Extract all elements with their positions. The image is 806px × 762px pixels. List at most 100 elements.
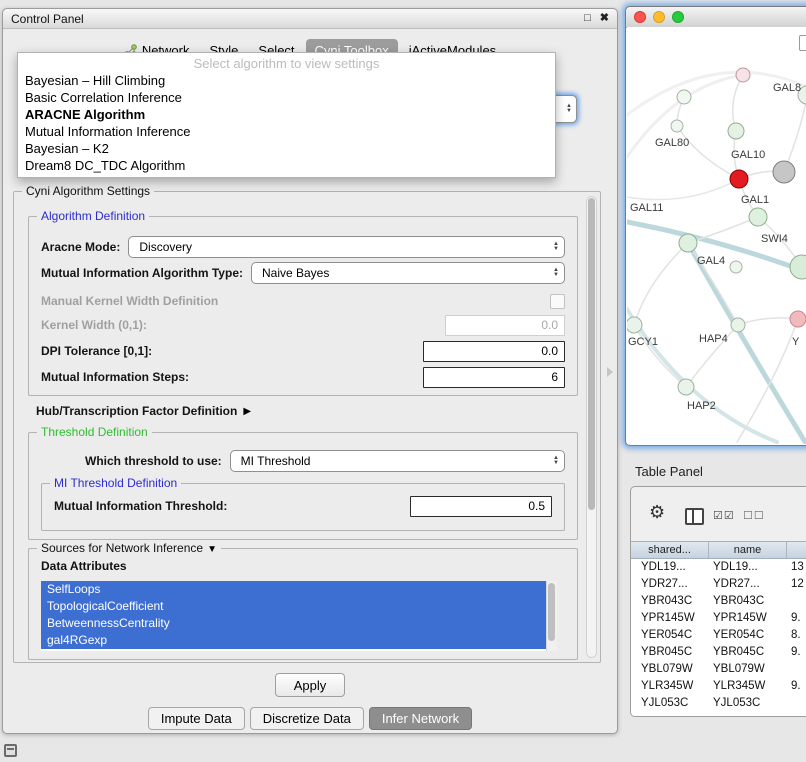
- data-attributes-label: Data Attributes: [41, 559, 127, 573]
- network-node[interactable]: [677, 90, 691, 104]
- table-cell: YER054C: [709, 627, 787, 644]
- algorithm-options-list: Bayesian – Hill ClimbingBasic Correlatio…: [18, 72, 555, 174]
- algorithm-placeholder: Select algorithm to view settings: [18, 55, 555, 72]
- mi-type-select[interactable]: Naive Bayes ▲▼: [251, 262, 565, 284]
- network-node[interactable]: [678, 379, 694, 395]
- table-column-header[interactable]: shared...: [631, 542, 709, 558]
- network-canvas[interactable]: GAL8GAL80GAL10GAL11GAL1SWI4GAL4GCY1HAP4Y…: [627, 27, 806, 444]
- attribute-item-gal4rgexp[interactable]: gal4RGexp: [41, 632, 557, 649]
- apply-button[interactable]: Apply: [275, 673, 345, 697]
- table-row[interactable]: YER054CYER054C8.: [631, 627, 806, 644]
- table-cell: 9.: [787, 644, 806, 661]
- network-node[interactable]: [671, 120, 683, 132]
- network-node[interactable]: [736, 68, 750, 82]
- manual-kernel-checkbox[interactable]: [550, 294, 565, 309]
- algorithm-option-bayesian-hill-climbing[interactable]: Bayesian – Hill Climbing: [18, 72, 555, 89]
- manual-kernel-label: Manual Kernel Width Definition: [41, 294, 218, 308]
- bottom-tab-infer-network[interactable]: Infer Network: [369, 707, 472, 730]
- table-cell: YDL19...: [709, 559, 787, 576]
- table-row[interactable]: YDL19...YDL19...13: [631, 559, 806, 576]
- network-node[interactable]: [749, 208, 767, 226]
- network-node[interactable]: [731, 318, 745, 332]
- table-column-header[interactable]: name: [709, 542, 787, 558]
- table-cell: 13: [787, 559, 806, 576]
- network-node[interactable]: [730, 170, 748, 188]
- attribute-item-selfloops[interactable]: SelfLoops: [41, 581, 557, 598]
- mi-steps-input[interactable]: [423, 367, 565, 388]
- birdseye-toggle[interactable]: [799, 35, 806, 51]
- minimize-traffic-light[interactable]: [653, 11, 665, 23]
- float-window-icon[interactable]: □: [584, 13, 591, 24]
- threshold-definition-title: Threshold Definition: [37, 425, 152, 439]
- table-row[interactable]: YJL053CYJL053C: [631, 695, 806, 712]
- chevron-right-icon: ▶: [243, 406, 251, 417]
- deselect-all-columns-icon[interactable]: ☐☐: [743, 509, 765, 522]
- table-column-header[interactable]: [787, 542, 806, 558]
- table-row[interactable]: YBR045CYBR045C9.: [631, 644, 806, 661]
- sources-title[interactable]: Sources for Network Inference ▼: [37, 541, 221, 555]
- close-traffic-light[interactable]: [634, 11, 646, 23]
- kernel-width-input[interactable]: [445, 315, 565, 336]
- algorithm-option-basic-correlation-inference[interactable]: Basic Correlation Inference: [18, 89, 555, 106]
- node-label-gal4: GAL4: [697, 255, 725, 267]
- table-cell: 9.: [787, 610, 806, 627]
- node-label-gal1: GAL1: [741, 194, 769, 206]
- table-cell: YJL053C: [709, 695, 787, 712]
- algorithm-option-mutual-information-inference[interactable]: Mutual Information Inference: [18, 123, 555, 140]
- attributes-scrollbar-thumb[interactable]: [548, 583, 555, 641]
- algorithm-option-dream8-dc-tdc-algorithm[interactable]: Dream8 DC_TDC Algorithm: [18, 157, 555, 174]
- which-threshold-value: MI Threshold: [241, 454, 553, 468]
- attribute-item-betweennesscentrality[interactable]: BetweennessCentrality: [41, 615, 557, 632]
- table-cell: YDR27...: [709, 576, 787, 593]
- network-node[interactable]: [679, 234, 697, 252]
- table-row[interactable]: YLR345WYLR345W9.: [631, 678, 806, 695]
- mi-threshold-input[interactable]: [410, 496, 552, 517]
- algorithm-option-bayesian-k2[interactable]: Bayesian – K2: [18, 140, 555, 157]
- table-row[interactable]: YBR043CYBR043C: [631, 593, 806, 610]
- attributes-scrollbar[interactable]: [546, 581, 557, 651]
- close-icon[interactable]: ✖: [600, 13, 609, 24]
- network-edge: [627, 179, 739, 200]
- bottom-tab-discretize-data[interactable]: Discretize Data: [250, 707, 364, 730]
- hub-definition-expander[interactable]: Hub/Transcription Factor Definition ▶: [36, 402, 251, 420]
- sources-title-text: Sources for Network Inference: [41, 541, 203, 555]
- network-node[interactable]: [790, 311, 806, 327]
- splitter-collapse-arrow[interactable]: [607, 367, 613, 377]
- network-edge: [784, 95, 806, 172]
- settings-scrollbar[interactable]: [586, 196, 597, 658]
- network-node[interactable]: [790, 255, 806, 279]
- table-cell: YDL19...: [631, 559, 709, 576]
- network-node[interactable]: [773, 161, 795, 183]
- mi-threshold-definition-group: MI Threshold Definition Mutual Informati…: [41, 483, 565, 531]
- dpi-tolerance-input[interactable]: [423, 341, 565, 362]
- settings-scrollbar-thumb[interactable]: [588, 198, 595, 510]
- table-row[interactable]: YDR27...YDR27...12: [631, 576, 806, 593]
- gear-icon[interactable]: ⚙: [649, 503, 665, 521]
- which-threshold-select[interactable]: MI Threshold ▲▼: [230, 450, 565, 472]
- zoom-traffic-light[interactable]: [672, 11, 684, 23]
- table-panel-title: Table Panel: [635, 464, 703, 479]
- select-all-columns-icon[interactable]: ☑☑: [713, 509, 735, 522]
- table-row[interactable]: YBL079WYBL079W: [631, 661, 806, 678]
- table-row[interactable]: YPR145WYPR145W9.: [631, 610, 806, 627]
- node-label-gal8: GAL8: [773, 82, 801, 94]
- network-node[interactable]: [728, 123, 744, 139]
- bottom-tab-bar: Impute DataDiscretize DataInfer Network: [3, 707, 617, 730]
- panel-dock-icon[interactable]: [4, 744, 17, 757]
- algorithm-option-aracne-algorithm[interactable]: ARACNE Algorithm: [18, 106, 555, 123]
- algorithm-dropdown-popup: Select algorithm to view settings Bayesi…: [17, 52, 556, 178]
- bottom-tab-impute-data[interactable]: Impute Data: [148, 707, 245, 730]
- table-cell: 12: [787, 576, 806, 593]
- aracne-mode-select[interactable]: Discovery ▲▼: [128, 236, 565, 258]
- columns-icon[interactable]: [685, 508, 704, 525]
- network-edge: [634, 243, 688, 325]
- control-panel-titlebar[interactable]: Control Panel □ ✖: [3, 9, 617, 29]
- table-cell: YBL079W: [631, 661, 709, 678]
- node-label-hap2: HAP2: [687, 400, 716, 412]
- control-panel-window: Control Panel □ ✖ NetworkStyleSelectCyni…: [2, 8, 618, 734]
- network-node[interactable]: [730, 261, 742, 273]
- attribute-item-topologicalcoefficient[interactable]: TopologicalCoefficient: [41, 598, 557, 615]
- network-window-titlebar[interactable]: [626, 7, 806, 28]
- network-node[interactable]: [627, 317, 642, 333]
- chevron-down-icon: ▼: [207, 544, 217, 555]
